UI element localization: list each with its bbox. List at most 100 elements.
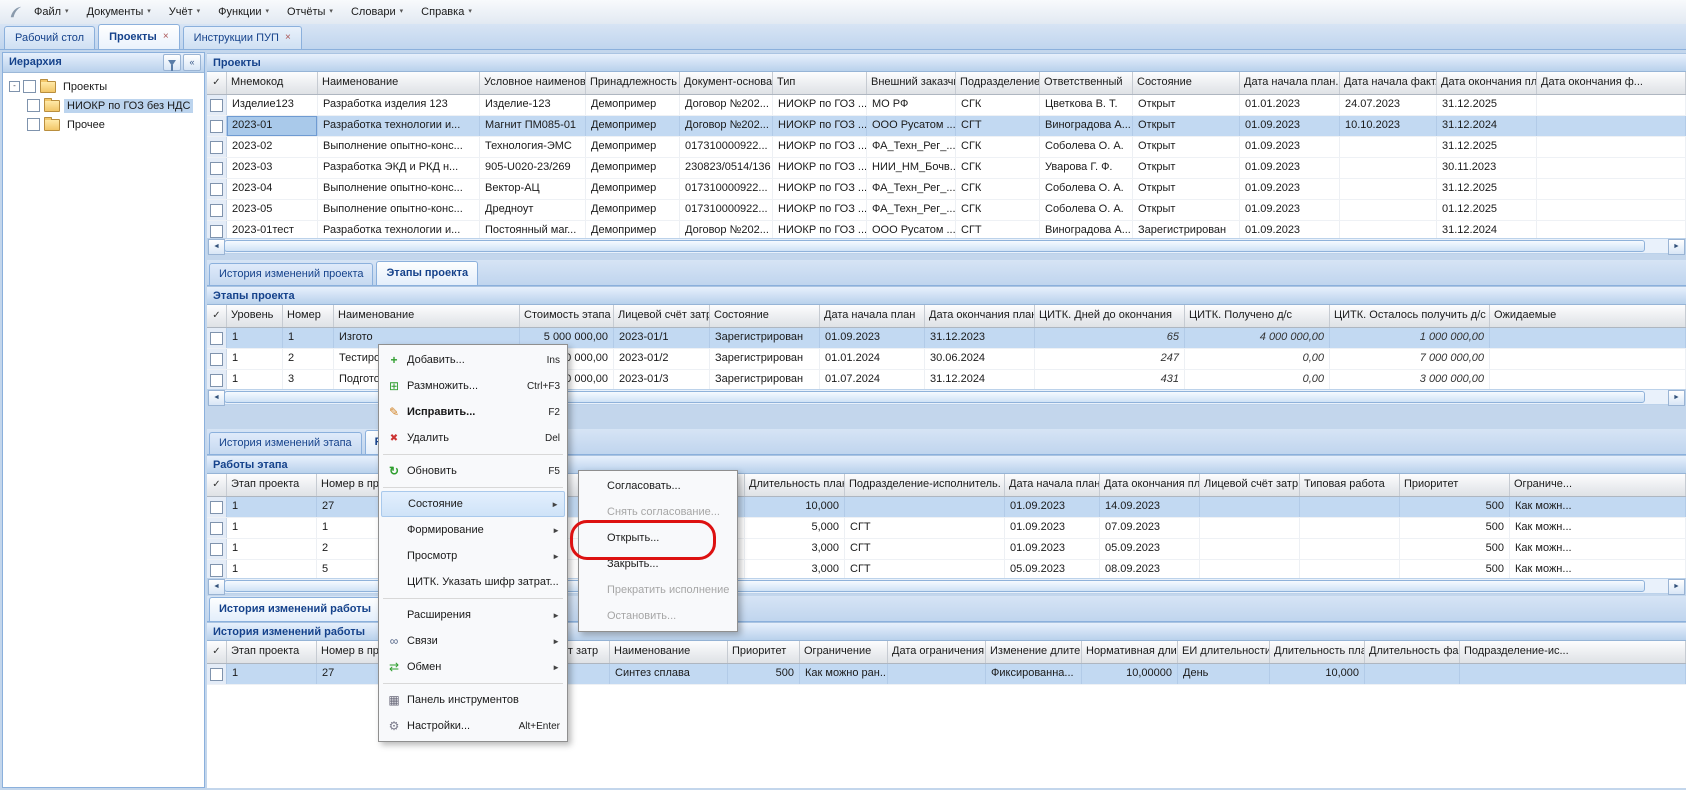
cell[interactable] <box>1537 179 1686 199</box>
menu-item-toolbar[interactable]: ▦Панель инструментов <box>381 687 565 713</box>
cell[interactable]: Разработка технологии и... <box>318 116 480 136</box>
column-header[interactable]: ЦИТК. Получено д/с <box>1185 305 1330 327</box>
cell[interactable]: СГК <box>956 158 1040 178</box>
scroll-right-icon[interactable]: ► <box>1668 239 1685 255</box>
column-header[interactable]: Лицевой счёт затр <box>1200 474 1300 496</box>
column-header[interactable]: Наименование <box>334 305 520 327</box>
cell[interactable]: 30.06.2024 <box>925 349 1035 369</box>
cell[interactable]: 1 000 000,00 <box>1330 328 1490 348</box>
column-header[interactable]: Дата начала план <box>820 305 925 327</box>
cell[interactable]: Постоянный маг... <box>480 221 586 238</box>
cell[interactable] <box>1365 664 1460 684</box>
column-header[interactable]: Типовая работа <box>1300 474 1400 496</box>
cell[interactable]: 247 <box>1035 349 1185 369</box>
column-header[interactable]: Длительность фак... <box>1365 641 1460 663</box>
cell[interactable]: 05.09.2023 <box>1100 539 1200 559</box>
cell[interactable]: 1 <box>227 497 317 517</box>
cell[interactable]: СГТ <box>845 539 1005 559</box>
filter-icon[interactable] <box>163 54 181 71</box>
cell[interactable]: Разработка изделия 123 <box>318 95 480 115</box>
cell[interactable]: Как можн... <box>1510 539 1686 559</box>
cell[interactable] <box>1340 137 1437 157</box>
cell[interactable]: СГТ <box>845 560 1005 578</box>
cell[interactable]: 1 <box>227 560 317 578</box>
select-all-header[interactable]: ✓ <box>207 474 227 496</box>
row-checkbox[interactable] <box>210 162 223 175</box>
column-header[interactable]: Дата окончания план <box>925 305 1035 327</box>
column-header[interactable]: Ограниче... <box>1510 474 1686 496</box>
menu-item-exchange[interactable]: ⇄Обмен► <box>381 654 565 680</box>
cell[interactable] <box>1537 221 1686 238</box>
projects-hscrollbar[interactable]: ◄ ► <box>207 238 1686 254</box>
cell[interactable]: 2 <box>283 349 334 369</box>
column-header[interactable]: Состояние <box>710 305 820 327</box>
tab-desktop[interactable]: Рабочий стол <box>4 26 95 49</box>
cell[interactable]: Соболева О. А. <box>1040 137 1133 157</box>
menu-item-edit[interactable]: ✎Исправить...F2 <box>381 399 565 425</box>
column-header[interactable]: Ожидаемые <box>1490 305 1686 327</box>
cell[interactable]: 01.09.2023 <box>1240 116 1340 136</box>
cell[interactable]: 05.09.2023 <box>1005 560 1100 578</box>
cell[interactable]: 30.11.2023 <box>1437 158 1537 178</box>
menubar-item-help[interactable]: Справка▾ <box>412 0 481 24</box>
cell[interactable] <box>1537 158 1686 178</box>
cell[interactable]: Фиксированна... <box>986 664 1082 684</box>
table-row[interactable]: 2023-04Выполнение опытно-конс...Вектор-А… <box>207 179 1686 200</box>
column-header[interactable]: Условное наименова... <box>480 72 586 94</box>
cell[interactable]: 500 <box>1400 518 1510 538</box>
cell[interactable]: Цветкова В. Т. <box>1040 95 1133 115</box>
scroll-right-icon[interactable]: ► <box>1668 390 1685 406</box>
cell[interactable]: ФА_Техн_Рег_... <box>867 200 956 220</box>
cell[interactable]: 07.09.2023 <box>1100 518 1200 538</box>
tree-node-niokr-goz[interactable]: НИОКР по ГОЗ без НДС <box>3 96 204 115</box>
column-header[interactable]: Длительность план▼ <box>745 474 845 496</box>
row-checkbox[interactable] <box>210 99 223 112</box>
cell[interactable]: Выполнение опытно-конс... <box>318 179 480 199</box>
cell[interactable]: СГК <box>956 200 1040 220</box>
cell[interactable]: 500 <box>1400 539 1510 559</box>
cell[interactable]: 1 <box>227 370 283 389</box>
menu-item-approve[interactable]: Согласовать... <box>581 473 735 499</box>
cell[interactable] <box>1200 518 1300 538</box>
column-header[interactable]: Номер <box>283 305 334 327</box>
cell[interactable]: 1 <box>227 664 317 684</box>
column-header[interactable]: ЦИТК. Осталось получить д/с <box>1330 305 1490 327</box>
cell[interactable]: ФА_Техн_Рег_... <box>867 137 956 157</box>
table-row[interactable]: Изделие123Разработка изделия 123Изделие-… <box>207 95 1686 116</box>
cell[interactable]: Демопример <box>586 158 680 178</box>
cell[interactable]: 1 <box>227 518 317 538</box>
column-header[interactable]: Дата начала факт... <box>1340 72 1437 94</box>
cell[interactable]: 2023-03 <box>227 158 318 178</box>
row-checkbox[interactable] <box>210 668 223 681</box>
cell[interactable]: 31.12.2024 <box>925 370 1035 389</box>
tab-close-icon[interactable]: × <box>163 27 169 47</box>
cell[interactable]: 01.09.2023 <box>1240 179 1340 199</box>
cell[interactable] <box>1300 518 1400 538</box>
menu-item-links[interactable]: ∞Связи► <box>381 628 565 654</box>
cell[interactable]: ФА_Техн_Рег_... <box>867 179 956 199</box>
cell[interactable]: СГК <box>956 179 1040 199</box>
row-checkbox[interactable] <box>210 204 223 217</box>
cell[interactable]: Изделие123 <box>227 95 318 115</box>
scroll-left-icon[interactable]: ◄ <box>208 239 225 255</box>
row-checkbox[interactable] <box>210 543 223 556</box>
cell[interactable]: 31.12.2025 <box>1437 137 1537 157</box>
cell[interactable]: Разработка ЭКД и РКД н... <box>318 158 480 178</box>
column-header[interactable]: Изменение длите... <box>986 641 1082 663</box>
cell[interactable]: 10,00000 <box>1082 664 1178 684</box>
column-header[interactable]: Подразделение-от... <box>956 72 1040 94</box>
tab-project-stages[interactable]: Этапы проекта <box>376 261 478 285</box>
cell[interactable]: 500 <box>728 664 800 684</box>
cell[interactable]: 31.12.2025 <box>1437 179 1537 199</box>
column-header[interactable]: ЕИ длительности <box>1178 641 1270 663</box>
row-checkbox[interactable] <box>210 564 223 577</box>
cell[interactable]: 7 000 000,00 <box>1330 349 1490 369</box>
cell[interactable]: 01.09.2023 <box>1240 221 1340 238</box>
cell[interactable]: 3 <box>283 370 334 389</box>
cell[interactable] <box>1537 116 1686 136</box>
cell[interactable]: Дредноут <box>480 200 586 220</box>
cell[interactable]: НИОКР по ГОЗ ... <box>773 158 867 178</box>
cell[interactable]: Как можн... <box>1510 560 1686 578</box>
cell[interactable]: НИОКР по ГОЗ ... <box>773 95 867 115</box>
cell[interactable]: 01.01.2024 <box>820 349 925 369</box>
